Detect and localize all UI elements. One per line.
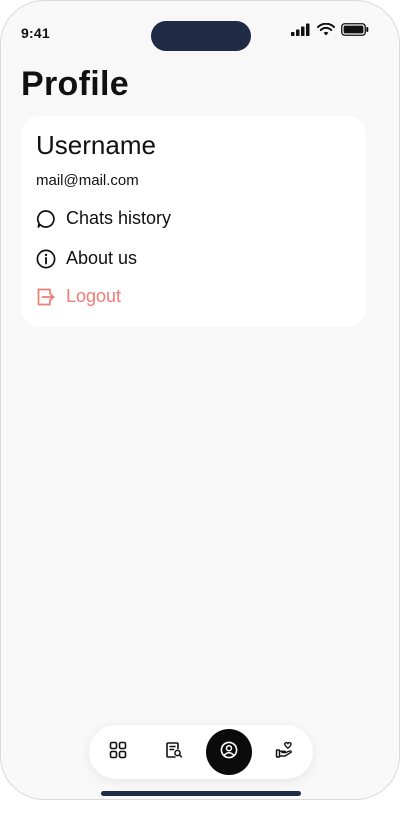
dynamic-island bbox=[151, 21, 251, 51]
chat-bubble-icon bbox=[36, 209, 56, 229]
logout-label: Logout bbox=[66, 286, 122, 306]
profile-card: Username mail@mail.com Chats history Abo… bbox=[21, 116, 366, 327]
logout-button[interactable]: Logout bbox=[36, 286, 121, 307]
about-us-label: About us bbox=[66, 248, 138, 268]
tab-dashboard[interactable] bbox=[95, 729, 141, 775]
status-time: 9:41 bbox=[21, 25, 50, 41]
phone-frame: 9:41 Profile Username mail@mail.com Chat… bbox=[0, 0, 400, 800]
tab-documents[interactable] bbox=[151, 729, 197, 775]
tab-profile[interactable] bbox=[206, 729, 252, 775]
home-indicator[interactable] bbox=[101, 791, 301, 796]
signal-icon bbox=[291, 23, 311, 36]
chats-history-label: Chats history bbox=[66, 208, 172, 228]
page-title: Profile bbox=[21, 65, 129, 103]
bottom-tab-bar bbox=[89, 725, 313, 779]
user-circle-icon bbox=[220, 741, 238, 764]
grid-icon bbox=[109, 741, 127, 764]
wifi-icon bbox=[317, 23, 335, 36]
document-search-icon bbox=[165, 741, 183, 764]
chats-history-button[interactable]: Chats history bbox=[36, 208, 171, 229]
tab-donate[interactable] bbox=[261, 729, 307, 775]
info-icon bbox=[36, 249, 56, 269]
logout-icon bbox=[36, 287, 56, 307]
hand-heart-icon bbox=[275, 741, 293, 764]
status-icons bbox=[291, 23, 369, 36]
about-us-button[interactable]: About us bbox=[36, 248, 137, 269]
username: Username bbox=[36, 130, 156, 160]
battery-icon bbox=[341, 23, 369, 36]
email: mail@mail.com bbox=[36, 172, 139, 189]
